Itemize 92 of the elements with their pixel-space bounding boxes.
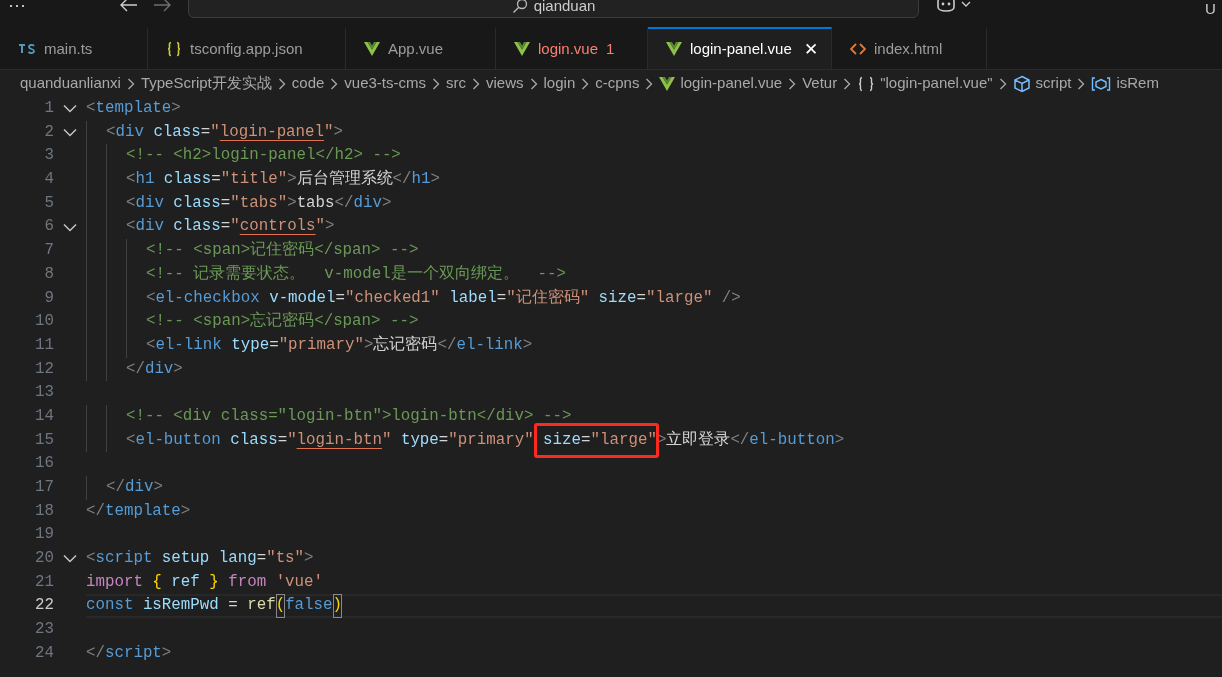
fold-chevron-icon[interactable] bbox=[63, 128, 77, 138]
breadcrumb-item[interactable]: code bbox=[291, 72, 325, 95]
line-number: 18 bbox=[34, 500, 54, 522]
line-number: 8 bbox=[43, 263, 54, 285]
code-line: <div class="controls"> bbox=[86, 215, 1222, 240]
forward-arrow-icon[interactable] bbox=[153, 0, 171, 12]
chevron-right-icon bbox=[277, 77, 286, 90]
account-label: U bbox=[1205, 0, 1216, 17]
chevron-right-icon bbox=[126, 77, 135, 90]
line-number: 2 bbox=[43, 121, 54, 143]
breadcrumb-item[interactable]: login bbox=[543, 72, 576, 95]
line-number: 7 bbox=[43, 240, 54, 262]
line-number: 3 bbox=[43, 145, 54, 167]
line-number: 24 bbox=[34, 642, 54, 664]
vue-logo-icon bbox=[659, 76, 676, 91]
braces-icon bbox=[166, 41, 182, 57]
breadcrumb-item[interactable]: c-cpns bbox=[595, 72, 640, 95]
breadcrumb-item[interactable]: script bbox=[1012, 72, 1072, 95]
code-line: <el-checkbox v-model="checked1" label="记住密码" size="large" /> bbox=[86, 286, 1222, 311]
chevron-right-icon bbox=[645, 77, 654, 90]
code-line: import { ref } from 'vue' bbox=[86, 571, 325, 593]
line-number: 9 bbox=[43, 287, 54, 309]
line-number: 15 bbox=[34, 429, 54, 451]
code-line: <!-- 记录需要状态。 v-model是一个双向绑定。 --> bbox=[86, 262, 1222, 287]
line-number: 4 bbox=[43, 169, 54, 191]
breadcrumb-item[interactable]: login-panel.vue bbox=[659, 72, 783, 95]
line-number: 13 bbox=[34, 382, 54, 404]
code-line: <!-- <h2>login-panel</h2> --> bbox=[86, 144, 1222, 169]
fold-chevron-icon[interactable] bbox=[63, 554, 77, 564]
line-number: 6 bbox=[43, 216, 54, 238]
code-line: <div class="login-panel"> bbox=[86, 120, 1222, 145]
chevron-right-icon bbox=[998, 77, 1007, 90]
code-line: <h1 class="title">后台管理系统</h1> bbox=[86, 168, 1222, 192]
code-line: </template> bbox=[86, 500, 192, 522]
more-menu[interactable]: ⋯ bbox=[8, 0, 26, 19]
search-field[interactable]: qianduan bbox=[188, 0, 919, 18]
line-number: 19 bbox=[34, 524, 54, 546]
code-line: const isRemPwd = ref(false) bbox=[86, 594, 1222, 619]
ts-file-icon bbox=[18, 43, 36, 55]
breadcrumb-item[interactable]: src bbox=[446, 72, 466, 95]
line-number: 1 bbox=[43, 98, 54, 119]
breadcrumb-item[interactable]: TypeScript开发实战 bbox=[140, 72, 272, 95]
vue-logo-icon bbox=[666, 42, 682, 56]
line-number: 23 bbox=[34, 619, 54, 641]
code-line: <div class="tabs">tabs</div> bbox=[86, 191, 1222, 216]
file-tab[interactable]: login-panel.vue ✕ bbox=[648, 27, 832, 69]
code-line: <!-- <span>记住密码</span> --> bbox=[86, 239, 1222, 263]
chevron-right-icon bbox=[788, 77, 797, 90]
search-icon bbox=[511, 0, 528, 14]
breadcrumb-item[interactable]: isRem bbox=[1091, 72, 1159, 95]
vue-logo-icon bbox=[364, 42, 380, 56]
line-number: 16 bbox=[34, 453, 54, 475]
breadcrumb-item[interactable]: vue3-ts-cms bbox=[344, 72, 426, 95]
code-line: </script> bbox=[86, 642, 173, 664]
fold-chevron-icon[interactable] bbox=[63, 104, 77, 114]
breadcrumb-item[interactable]: Vetur bbox=[802, 72, 838, 95]
cube-icon bbox=[1012, 74, 1031, 93]
code-line: <!-- <div class="login-btn">login-btn</div> --> bbox=[86, 404, 1222, 429]
code-brackets-icon bbox=[850, 42, 866, 56]
breadcrumb-item[interactable]: "login-panel.vue" bbox=[857, 72, 993, 95]
chevron-right-icon bbox=[1077, 77, 1086, 90]
variable-icon bbox=[1091, 75, 1112, 92]
line-number: 20 bbox=[34, 548, 54, 570]
code-line: <el-link type="primary">忘记密码</el-link> bbox=[86, 333, 1222, 358]
code-line: <script setup lang="ts"> bbox=[86, 548, 315, 570]
chevron-right-icon bbox=[529, 77, 538, 90]
close-tab-button[interactable]: ✕ bbox=[803, 40, 818, 58]
chevron-right-icon bbox=[843, 77, 852, 90]
line-number: 11 bbox=[34, 334, 54, 356]
breadcrumb-item[interactable]: quanduanlianxi bbox=[20, 72, 121, 95]
chevron-right-icon bbox=[472, 77, 480, 90]
chevron-down-icon[interactable] bbox=[961, 1, 971, 7]
chevron-right-icon bbox=[581, 77, 590, 90]
code-line: <!-- <span>忘记密码</span> --> bbox=[86, 310, 1222, 334]
line-number: 14 bbox=[34, 405, 54, 427]
line-number: 17 bbox=[34, 477, 54, 498]
breadcrumb-item[interactable]: views bbox=[486, 72, 524, 95]
code-line: <template> bbox=[86, 98, 182, 119]
fold-chevron-icon[interactable] bbox=[63, 222, 77, 232]
line-number: 5 bbox=[43, 192, 54, 214]
line-number: 22 bbox=[34, 595, 54, 617]
code-line: </div> bbox=[86, 476, 1222, 500]
line-number: 10 bbox=[34, 311, 54, 333]
chevron-right-icon bbox=[330, 77, 339, 90]
problem-count: 1 bbox=[606, 38, 615, 59]
vue-logo-icon bbox=[514, 42, 530, 56]
chevron-right-icon bbox=[432, 77, 440, 90]
code-line: </div> bbox=[86, 357, 1222, 382]
braces-icon bbox=[857, 75, 876, 92]
line-number: 21 bbox=[34, 571, 54, 593]
line-number: 12 bbox=[34, 358, 54, 380]
back-arrow-icon[interactable] bbox=[120, 0, 138, 12]
